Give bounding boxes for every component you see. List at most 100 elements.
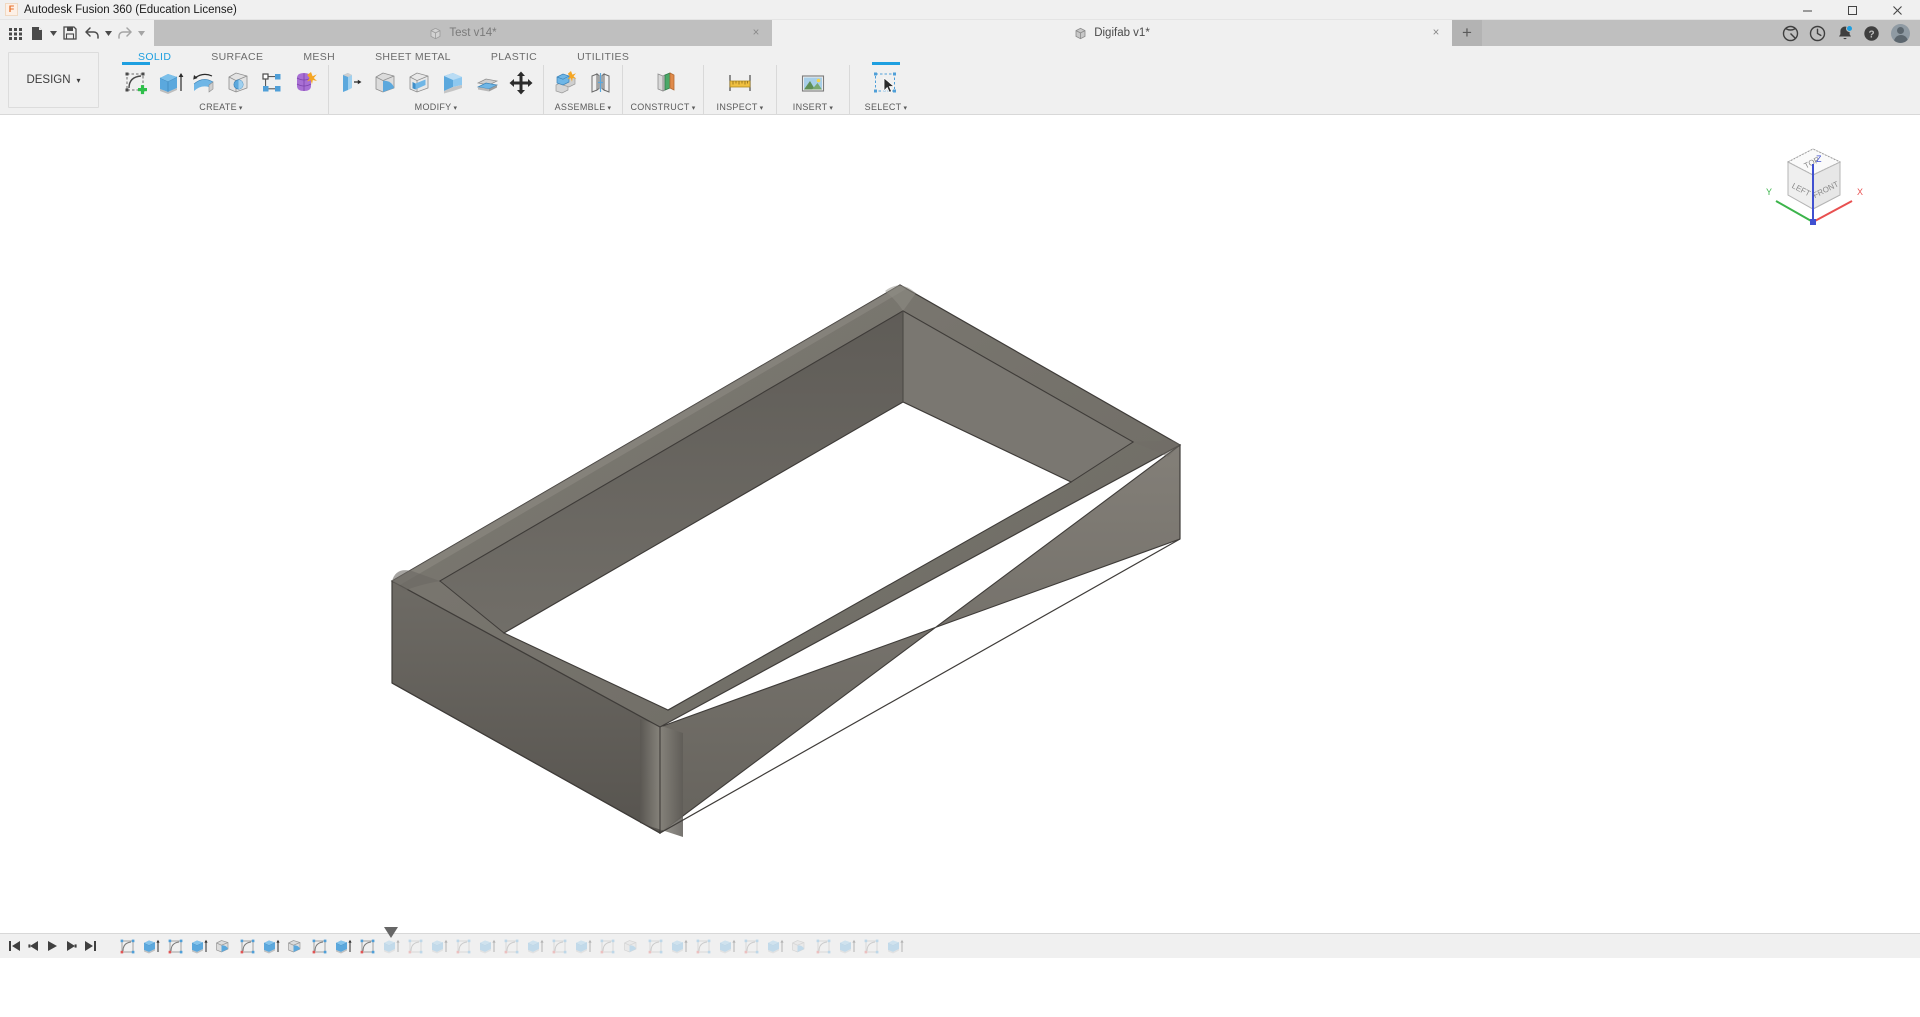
measure-button[interactable] [724, 66, 756, 100]
pattern-button[interactable] [256, 66, 288, 100]
job-status-icon[interactable] [1804, 20, 1831, 46]
view-cube[interactable]: TOP LEFT FRONT X Y Z [1758, 137, 1868, 242]
timeline-feature-sketch[interactable] [861, 936, 881, 956]
extrude-button[interactable] [154, 66, 186, 100]
document-tab-label: Test v14* [449, 27, 497, 39]
tab-surface[interactable]: SURFACE [191, 51, 283, 65]
timeline-feature-sketch[interactable] [237, 936, 257, 956]
tab-plastic[interactable]: PLASTIC [471, 51, 557, 65]
undo-caret-icon[interactable] [103, 22, 114, 44]
revolve-button[interactable] [188, 66, 220, 100]
model-canvas[interactable] [0, 115, 1920, 933]
shell-button[interactable] [403, 66, 435, 100]
timeline-playhead[interactable] [384, 927, 398, 938]
timeline-feature-extrude[interactable] [885, 936, 905, 956]
timeline-feature-sketch[interactable] [645, 936, 665, 956]
move-copy-button[interactable] [505, 66, 537, 100]
timeline-feature-extrude[interactable] [837, 936, 857, 956]
play-forward-button[interactable] [44, 936, 61, 956]
document-tab-close-icon[interactable]: × [1429, 26, 1443, 40]
data-panel-icon[interactable] [1777, 20, 1804, 46]
insert-canvas-button[interactable] [797, 66, 829, 100]
timeline-feature-sketch[interactable] [501, 936, 521, 956]
timeline-feature-extrude[interactable] [573, 936, 593, 956]
document-tab-close-icon[interactable]: × [749, 26, 763, 40]
new-document-caret-icon[interactable] [48, 22, 59, 44]
assemble-group-label[interactable]: ASSEMBLE ▾ [546, 101, 620, 114]
timeline-feature-sketch[interactable] [309, 936, 329, 956]
app-grid-icon[interactable] [4, 22, 26, 44]
timeline-feature-sketch[interactable] [453, 936, 473, 956]
offset-face-button[interactable] [471, 66, 503, 100]
timeline-feature-extrude[interactable] [669, 936, 689, 956]
timeline-feature-extrude[interactable] [765, 936, 785, 956]
maximize-button[interactable] [1830, 0, 1875, 20]
create-group-label[interactable]: CREATE ▾ [116, 101, 326, 114]
construct-group-icons [625, 65, 701, 101]
modify-group-label[interactable]: MODIFY ▾ [331, 101, 541, 114]
inspect-group-label[interactable]: INSPECT ▾ [706, 101, 774, 114]
joint-button[interactable] [584, 66, 616, 100]
document-tabs: Test v14* × Digifab v1* × + [154, 20, 1777, 46]
workspace-selector[interactable]: DESIGN ▾ [8, 52, 99, 108]
timeline-feature-fillet[interactable] [285, 936, 305, 956]
notifications-icon[interactable] [1831, 20, 1858, 46]
tab-sheet-metal[interactable]: SHEET METAL [355, 51, 471, 65]
timeline-playback-controls [0, 936, 99, 956]
redo-caret-icon[interactable] [136, 22, 147, 44]
create-sketch-button[interactable] [120, 62, 152, 100]
timeline-feature-extrude[interactable] [717, 936, 737, 956]
fillet-button[interactable] [369, 66, 401, 100]
undo-icon[interactable] [81, 22, 103, 44]
skip-to-start-button[interactable] [6, 936, 23, 956]
3d-viewport[interactable]: TOP LEFT FRONT X Y Z [0, 115, 1920, 933]
timeline-feature-fillet[interactable] [789, 936, 809, 956]
timeline-feature-sketch[interactable] [693, 936, 713, 956]
sphere-button[interactable] [222, 66, 254, 100]
tab-mesh[interactable]: MESH [283, 51, 355, 65]
construct-group-label[interactable]: CONSTRUCT ▾ [625, 101, 701, 114]
timeline-feature-sketch[interactable] [405, 936, 425, 956]
timeline-feature-extrude[interactable] [381, 936, 401, 956]
timeline-feature-extrude[interactable] [333, 936, 353, 956]
redo-icon[interactable] [114, 22, 136, 44]
timeline-feature-sketch[interactable] [357, 936, 377, 956]
step-forward-button[interactable] [63, 936, 80, 956]
timeline-feature-sketch[interactable] [597, 936, 617, 956]
new-document-icon[interactable] [26, 22, 48, 44]
help-icon[interactable]: ? [1858, 20, 1885, 46]
timeline-feature-sketch[interactable] [813, 936, 833, 956]
select-cursor-button[interactable] [870, 62, 902, 100]
chevron-down-icon: ▾ [238, 105, 243, 112]
timeline-feature-fillet[interactable] [213, 936, 233, 956]
skip-to-end-button[interactable] [82, 936, 99, 956]
save-icon[interactable] [59, 22, 81, 44]
offset-plane-button[interactable] [647, 66, 679, 100]
timeline-feature-extrude[interactable] [525, 936, 545, 956]
timeline-feature-sketch[interactable] [117, 936, 137, 956]
timeline-feature-sketch[interactable] [741, 936, 761, 956]
timeline-feature-extrude[interactable] [477, 936, 497, 956]
document-tab-test[interactable]: Test v14* × [154, 20, 772, 46]
select-group-label[interactable]: SELECT ▾ [852, 101, 920, 114]
timeline-feature-extrude[interactable] [261, 936, 281, 956]
timeline-feature-sketch[interactable] [165, 936, 185, 956]
timeline-feature-extrude[interactable] [429, 936, 449, 956]
new-tab-button[interactable]: + [1452, 20, 1482, 46]
step-backward-button[interactable] [25, 936, 42, 956]
timeline-feature-sketch[interactable] [549, 936, 569, 956]
close-button[interactable] [1875, 0, 1920, 20]
tab-utilities[interactable]: UTILITIES [557, 51, 649, 65]
minimize-button[interactable] [1785, 0, 1830, 20]
document-tab-digifab[interactable]: Digifab v1* × [772, 20, 1452, 46]
ribbon-group-inspect: INSPECT ▾ [703, 65, 776, 115]
user-account-button[interactable] [1885, 20, 1912, 46]
press-pull-button[interactable] [335, 66, 367, 100]
timeline-feature-extrude[interactable] [141, 936, 161, 956]
draft-button[interactable] [437, 66, 469, 100]
insert-group-label[interactable]: INSERT ▾ [779, 101, 847, 114]
create-form-button[interactable] [290, 66, 322, 100]
timeline-feature-fillet[interactable] [621, 936, 641, 956]
new-component-button[interactable] [550, 66, 582, 100]
timeline-feature-extrude[interactable] [189, 936, 209, 956]
